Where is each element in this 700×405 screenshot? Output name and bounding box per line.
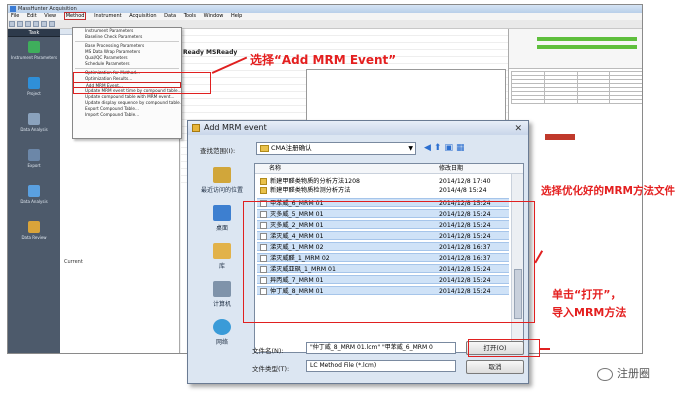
menu-edit[interactable]: Edit [27,13,37,19]
menu-data[interactable]: Data [164,13,176,19]
annotation-select-event: 选择“Add MRM Event” [250,53,397,67]
status-green-bar-2 [537,45,637,49]
wechat-logo-icon [597,367,613,381]
annotation-select-files: 选择优化好的MRM方法文件 [541,185,675,197]
annotation-arrow-open [540,348,550,350]
dialog-title-bar: Add MRM event ✕ [188,121,528,135]
menu-item-schedule[interactable]: Schedule Parameters [73,61,181,67]
filetype-select[interactable]: LC Method File (*.lcm) [306,360,456,372]
parameter-table [511,71,642,104]
sidebar-item-export[interactable]: Export [8,145,60,181]
computer-icon [213,281,231,297]
annotation-click-open-line2: 导入MRM方法 [552,306,627,319]
network-icon [213,319,231,335]
toolbar-run-icon[interactable] [41,21,47,27]
menu-item-baseline-check[interactable]: Baseline Check Parameters [73,34,181,40]
left-pane-label: Current [64,259,83,265]
sidebar-header: Task [8,29,60,37]
folder-icon [260,145,269,152]
menu-view[interactable]: View [44,13,56,19]
menu-item-import-compound-table[interactable]: Import Compound Table... [73,112,181,118]
toolbar-print-icon[interactable] [33,21,39,27]
toolbar-save-icon[interactable] [25,21,31,27]
column-date[interactable]: 修改日期 [439,164,463,174]
place-recent[interactable]: 最近访问的位置 [192,163,252,201]
filetype-label: 文件类型(T): [252,365,290,373]
menu-help[interactable]: Help [231,13,242,19]
menu-instrument[interactable]: Instrument [94,13,122,19]
app-title-bar: MassHunter Acquisition [8,5,642,13]
nav-toolbar: ◀⬆▣▦ [424,143,468,153]
filename-label: 文件名(N): [252,347,284,355]
analysis-icon [28,113,40,125]
right-panel-top [509,29,642,69]
menu-file[interactable]: File [11,13,19,19]
menu-method[interactable]: Method [63,12,87,20]
chevron-down-icon: ▼ [408,145,413,152]
export-icon [28,149,40,161]
project-icon [28,77,40,89]
folder-icon [260,187,267,194]
cancel-button[interactable]: 取消 [466,360,524,374]
folder-icon [260,178,267,185]
sidebar-item-data-analysis[interactable]: Data Analysis [8,181,60,217]
back-icon[interactable]: ◀ [424,143,434,153]
status-red-bar [545,134,575,140]
dialog-icon [192,124,200,132]
list-item-folder[interactable]: 新建甲醛类物质的分析方法1208 2014/12/8 17:40 [257,177,509,186]
menu-acquisition[interactable]: Acquisition [129,13,156,19]
filename-input[interactable]: "仲丁威_8_MRM 01.lcm" "甲苯威_6_MRM 0 [306,342,456,354]
dialog-title: Add MRM event [204,123,267,132]
file-list-header: 名称 修改日期 [255,164,523,174]
menu-bar: File Edit View Method Instrument Acquisi… [8,12,642,20]
status-green-bar-1 [537,37,637,41]
annotation-click-open-line1: 单击“打开”， [552,288,622,301]
library-icon [213,243,231,259]
toolbar-stop-icon[interactable] [49,21,55,27]
menu-tools[interactable]: Tools [184,13,196,19]
toolbar-open-icon[interactable] [17,21,23,27]
watermark: 注册圈 [597,365,650,381]
up-folder-icon[interactable]: ⬆ [434,143,445,153]
recent-places-icon [213,167,231,183]
sidebar-item-analysis[interactable]: Data Analysis [8,109,60,145]
task-sidebar: Task Instrument Parameters Project Data … [8,29,60,353]
column-name[interactable]: 名称 [269,164,281,174]
menu-window[interactable]: Window [204,13,224,19]
status-header: Ready MSReady [183,49,238,56]
desktop-icon [213,205,231,221]
look-in-label: 查找范围(I): [200,147,236,155]
annotation-open-highlight [468,339,540,357]
list-item-folder[interactable]: 新建甲醛类物质检测分析方法 2014/4/8 15:24 [257,186,509,195]
review-icon [28,221,40,233]
new-folder-icon[interactable]: ▣ [444,143,456,153]
look-in-select[interactable]: CMA注册确认 ▼ [256,142,416,155]
toolbar-new-icon[interactable] [9,21,15,27]
data-analysis-icon [28,185,40,197]
sidebar-item-instrument[interactable]: Instrument Parameters [8,37,60,73]
sidebar-item-review[interactable]: Data Review [8,217,60,253]
close-icon[interactable]: ✕ [514,122,522,136]
view-menu-icon[interactable]: ▦ [456,143,468,153]
instrument-icon [28,41,40,53]
app-icon [10,6,16,12]
annotation-files-highlight [243,201,535,323]
annotation-menu-highlight [73,72,211,94]
sidebar-item-project[interactable]: Project [8,73,60,109]
menu-separator [75,41,179,42]
menu-separator [75,68,179,69]
